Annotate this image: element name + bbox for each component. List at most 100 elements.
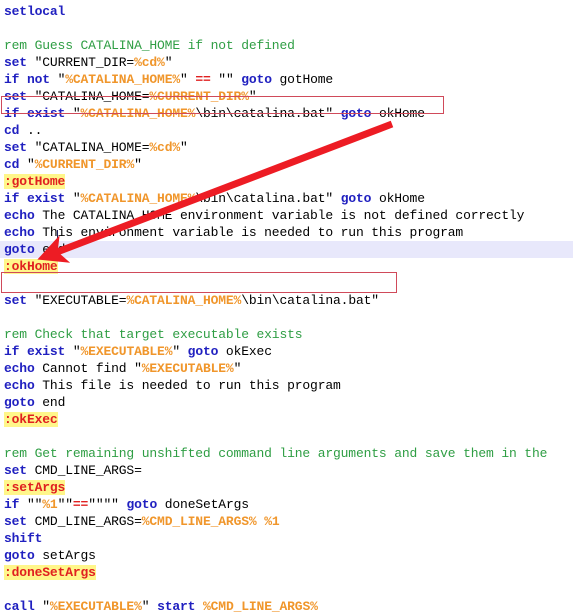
code-keyword: goto (340, 191, 372, 206)
code-text: "" (210, 72, 242, 87)
code-editor-view[interactable]: setlocal rem Guess CATALINA_HOME if not … (0, 0, 573, 614)
code-keyword: cd (4, 123, 20, 138)
code-comment: rem Get remaining unshifted command line… (4, 446, 548, 461)
code-label: :doneSetArgs (4, 565, 96, 580)
code-keyword: goto (340, 106, 372, 121)
code-line[interactable]: if exist "%CATALINA_HOME%\bin\catalina.b… (0, 190, 573, 207)
code-line[interactable]: echo The CATALINA_HOME environment varia… (0, 207, 573, 224)
code-line[interactable]: :setArgs (0, 479, 573, 496)
code-text: " (141, 599, 158, 614)
code-text: The CATALINA_HOME environment variable i… (34, 208, 525, 223)
code-keyword: if exist (4, 191, 66, 206)
code-line[interactable] (0, 428, 573, 445)
code-line[interactable] (0, 275, 573, 292)
code-text: \bin\catalina.bat" (195, 106, 341, 121)
code-keyword: echo (4, 361, 35, 376)
code-line[interactable]: cd .. (0, 122, 573, 139)
code-line[interactable] (0, 20, 573, 37)
code-text: "EXECUTABLE= (26, 293, 127, 308)
code-line[interactable]: set CMD_LINE_ARGS=%CMD_LINE_ARGS% %1 (0, 513, 573, 530)
code-text: This file is needed to run this program (34, 378, 341, 393)
code-keyword: call (4, 599, 35, 614)
code-text: "CURRENT_DIR= (26, 55, 135, 70)
code-text: CMD_LINE_ARGS= (26, 463, 142, 478)
code-line[interactable] (0, 309, 573, 326)
code-keyword: setlocal (4, 4, 66, 19)
code-line[interactable]: echo This environment variable is needed… (0, 224, 573, 241)
code-line[interactable]: set "CATALINA_HOME=%CURRENT_DIR%" (0, 88, 573, 105)
code-keyword: set (4, 293, 27, 308)
code-line[interactable]: rem Check that target executable exists (0, 326, 573, 343)
code-line[interactable]: :okExec (0, 411, 573, 428)
code-text: setArgs (34, 548, 96, 563)
code-text: " (49, 72, 66, 87)
code-line[interactable]: :doneSetArgs (0, 564, 573, 581)
code-line[interactable]: echo This file is needed to run this pro… (0, 377, 573, 394)
code-label: :gotHome (4, 174, 66, 189)
code-variable: %EXECUTABLE% (49, 599, 142, 614)
code-text: \bin\catalina.bat" (241, 293, 379, 308)
code-text: \bin\catalina.bat" (195, 191, 341, 206)
code-text: """" (88, 497, 127, 512)
code-line[interactable]: goto end (0, 394, 573, 411)
code-line[interactable]: if exist "%CATALINA_HOME%\bin\catalina.b… (0, 105, 573, 122)
code-variable: %CURRENT_DIR% (34, 157, 135, 172)
code-line[interactable]: set "EXECUTABLE=%CATALINA_HOME%\bin\cata… (0, 292, 573, 309)
code-text: " (172, 344, 188, 359)
code-text: " (19, 157, 35, 172)
code-line[interactable]: rem Guess CATALINA_HOME if not defined (0, 37, 573, 54)
code-keyword: set (4, 89, 27, 104)
code-line[interactable]: shift (0, 530, 573, 547)
code-keyword: shift (4, 531, 43, 546)
code-keyword: echo (4, 225, 35, 240)
code-line[interactable]: cd "%CURRENT_DIR%" (0, 156, 573, 173)
code-line[interactable]: goto end (0, 241, 573, 258)
code-keyword: if (4, 497, 20, 512)
code-line[interactable]: call "%EXECUTABLE%" start %CMD_LINE_ARGS… (0, 598, 573, 614)
code-text: "CATALINA_HOME= (26, 140, 150, 155)
code-line[interactable]: setlocal (0, 3, 573, 20)
code-text: CMD_LINE_ARGS= (26, 514, 142, 529)
code-line[interactable]: :gotHome (0, 173, 573, 190)
code-lines-container[interactable]: setlocal rem Guess CATALINA_HOME if not … (0, 0, 573, 614)
code-text: end (34, 242, 66, 257)
code-text: "" (19, 497, 43, 512)
code-text: "CATALINA_HOME= (26, 89, 150, 104)
code-comment: rem Guess CATALINA_HOME if not defined (4, 38, 295, 53)
code-line[interactable]: set CMD_LINE_ARGS= (0, 462, 573, 479)
code-line[interactable]: if exist "%EXECUTABLE%" goto okExec (0, 343, 573, 360)
code-variable: %cd% (149, 140, 180, 155)
code-variable: %CATALINA_HOME% (80, 191, 196, 206)
code-text: " (65, 191, 81, 206)
code-text: " (180, 140, 188, 155)
code-line[interactable]: if ""%1""=="""" goto doneSetArgs (0, 496, 573, 513)
code-variable: %CATALINA_HOME% (126, 293, 242, 308)
code-variable: %EXECUTABLE% (80, 344, 173, 359)
code-variable: %EXECUTABLE% (141, 361, 234, 376)
code-line[interactable]: set "CATALINA_HOME=%cd%" (0, 139, 573, 156)
code-variable: %CMD_LINE_ARGS% (141, 514, 257, 529)
code-label: :setArgs (4, 480, 66, 495)
code-keyword: goto (187, 344, 219, 359)
code-text: This environment variable is needed to r… (34, 225, 464, 240)
code-keyword: start (157, 599, 196, 614)
code-text: " (65, 344, 81, 359)
code-keyword: if not (4, 72, 50, 87)
code-line[interactable]: if not "%CATALINA_HOME%" == "" goto gotH… (0, 71, 573, 88)
code-line[interactable]: goto setArgs (0, 547, 573, 564)
code-keyword: if exist (4, 344, 66, 359)
code-text: okHome (371, 106, 425, 121)
code-operator: == (195, 72, 211, 87)
code-comment: rem Check that target executable exists (4, 327, 303, 342)
code-keyword: set (4, 463, 27, 478)
code-variable: %1 (264, 514, 280, 529)
code-line[interactable]: :okHome (0, 258, 573, 275)
code-keyword: cd (4, 157, 20, 172)
code-line[interactable]: rem Get remaining unshifted command line… (0, 445, 573, 462)
code-text: "" (57, 497, 73, 512)
code-line[interactable]: set "CURRENT_DIR=%cd%" (0, 54, 573, 71)
code-line[interactable]: echo Cannot find "%EXECUTABLE%" (0, 360, 573, 377)
code-variable: %CATALINA_HOME% (65, 72, 181, 87)
code-line[interactable] (0, 581, 573, 598)
